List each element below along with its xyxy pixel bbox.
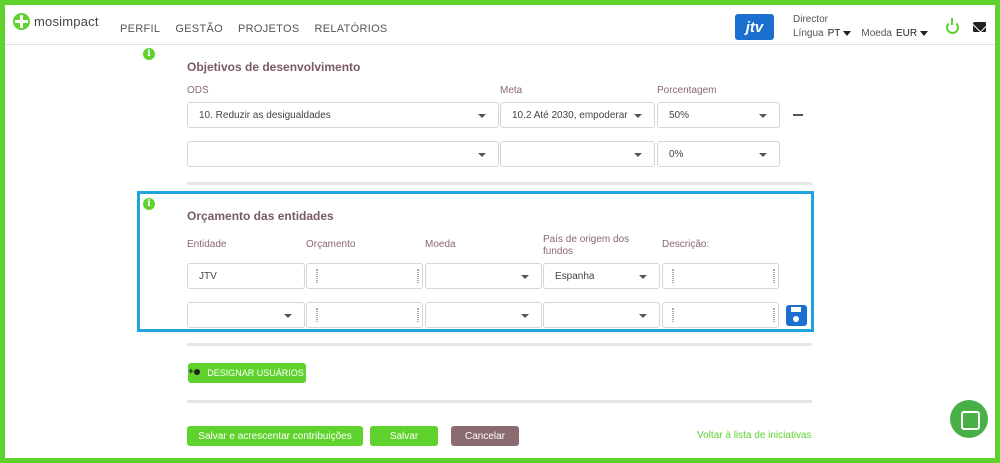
chevron-down-icon (759, 153, 767, 157)
chevron-down-icon (759, 114, 767, 118)
cancel-button[interactable]: Cancelar (451, 426, 519, 446)
grip-icon (417, 269, 419, 283)
percent-select[interactable]: 50% (657, 102, 780, 128)
assign-users-button[interactable]: DESIGNAR USUÁRIOS (188, 363, 306, 383)
grip-icon (672, 269, 674, 283)
chevron-down-icon[interactable] (920, 31, 929, 36)
entity-input[interactable]: JTV (187, 263, 305, 289)
meta-select[interactable]: 10.2 Até 2030, empoderar e (500, 102, 655, 128)
chevron-down-icon (639, 314, 647, 318)
ods-select-empty[interactable] (187, 141, 499, 167)
grip-icon (773, 308, 775, 322)
chevron-down-icon (478, 153, 486, 157)
column-label-meta: Meta (500, 85, 523, 96)
power-icon[interactable] (946, 18, 959, 34)
currency-label: Moeda (861, 28, 892, 39)
country-select[interactable]: Espanha (543, 263, 660, 289)
language-label: Língua (793, 28, 824, 39)
grip-icon (316, 269, 318, 283)
description-input-empty[interactable] (662, 302, 779, 328)
ods-select-value: 10. Reduzir as desigualdades (199, 109, 331, 121)
country-select-value: Espanha (555, 270, 595, 282)
column-label-ods: ODS (187, 85, 209, 96)
chevron-down-icon (284, 314, 292, 318)
percent-select-value: 0% (669, 148, 684, 160)
grip-icon (773, 269, 775, 283)
chevron-down-icon (639, 275, 647, 279)
entity-input-value: JTV (199, 270, 217, 282)
section-divider (187, 343, 812, 346)
column-label-country-line1: País de origem dos (543, 234, 630, 245)
chevron-down-icon (634, 114, 642, 118)
budget-input[interactable] (306, 263, 423, 289)
section-divider (187, 400, 812, 403)
chevron-down-icon (478, 114, 486, 118)
section-title-budget: Orçamento das entidades (187, 209, 334, 223)
mail-icon[interactable] (973, 22, 986, 32)
info-icon[interactable]: i (143, 48, 155, 60)
logo-text: mosimpact (34, 14, 99, 29)
save-button[interactable]: Salvar (370, 426, 438, 446)
column-label-percent: Porcentagem (657, 85, 717, 96)
entity-select[interactable] (187, 302, 305, 328)
percent-select-empty[interactable]: 0% (657, 141, 780, 167)
meta-select-empty[interactable] (500, 141, 655, 167)
main-nav: PERFIL GESTÃO PROJETOS RELATÓRIOS (120, 23, 403, 35)
ods-select[interactable]: 10. Reduzir as desigualdades (187, 102, 499, 128)
country-select-empty[interactable] (543, 302, 660, 328)
language-currency-selectors: Língua PT Moeda EUR (793, 28, 938, 39)
currency-select-empty[interactable] (425, 302, 542, 328)
save-icon[interactable] (786, 305, 807, 326)
nav-item-relatorios[interactable]: RELATÓRIOS (314, 23, 387, 35)
currency-select[interactable] (425, 263, 542, 289)
column-label-budget: Orçamento (306, 239, 356, 250)
column-label-country-line2: fundos (543, 246, 574, 257)
column-label-entity: Entidade (187, 239, 227, 250)
logo-cross-icon (13, 13, 30, 30)
description-input[interactable] (662, 263, 779, 289)
language-select[interactable]: PT (828, 28, 841, 39)
chat-icon[interactable] (950, 400, 988, 438)
chevron-down-icon (521, 314, 529, 318)
nav-item-projetos[interactable]: PROJETOS (238, 23, 300, 35)
budget-input-empty[interactable] (306, 302, 423, 328)
percent-select-value: 50% (669, 109, 690, 121)
chevron-down-icon (634, 153, 642, 157)
add-user-icon (188, 366, 202, 378)
section-divider (187, 182, 812, 185)
top-header: mosimpact PERFIL GESTÃO PROJETOS RELATÓR… (0, 0, 1000, 45)
nav-item-gestao[interactable]: GESTÃO (175, 23, 223, 35)
app-logo[interactable]: mosimpact (13, 13, 99, 30)
grip-icon (417, 308, 419, 322)
remove-row-icon[interactable] (793, 114, 803, 116)
grip-icon (672, 308, 674, 322)
nav-item-perfil[interactable]: PERFIL (120, 23, 160, 35)
currency-select[interactable]: EUR (896, 28, 917, 39)
chevron-down-icon (521, 275, 529, 279)
column-label-currency: Moeda (425, 239, 456, 250)
column-label-description: Descrição: (662, 239, 710, 250)
grip-icon (316, 308, 318, 322)
organization-logo: jtv (735, 14, 774, 40)
back-to-list-link[interactable]: Voltar à lista de iniciativas (697, 430, 812, 441)
info-icon[interactable]: i (143, 198, 155, 210)
save-and-add-button[interactable]: Salvar e acrescentar contribuições (187, 426, 363, 446)
section-title-development: Objetivos de desenvolvimento (187, 60, 361, 74)
assign-users-label: DESIGNAR USUÁRIOS (207, 368, 304, 378)
meta-select-value: 10.2 Até 2030, empoderar e (512, 109, 630, 121)
user-role: Director (793, 14, 829, 25)
chevron-down-icon[interactable] (843, 31, 852, 36)
